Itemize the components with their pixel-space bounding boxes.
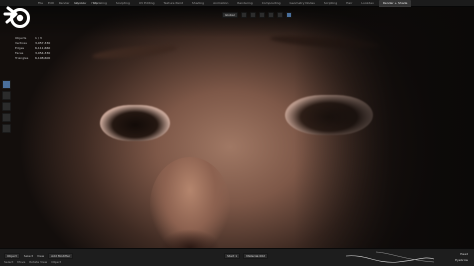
nostrils: [160, 229, 220, 248]
curve-label-head: Head: [460, 252, 468, 256]
material-field[interactable]: Material.002: [243, 253, 269, 259]
left-eye: [100, 105, 170, 141]
tool-shelf: [2, 80, 11, 133]
tab-modeling[interactable]: Modeling: [89, 0, 111, 7]
tab-sculpting[interactable]: Sculpting: [112, 0, 134, 7]
mode-dropdown[interactable]: Object: [4, 253, 20, 259]
tab-layout[interactable]: Layout: [70, 0, 88, 7]
curve-label-eyebrow: Eyebrow: [455, 258, 468, 262]
top-bar: File Edit Render Window Help Layout Mode…: [0, 0, 474, 7]
hint-rotate: Rotate View: [29, 260, 48, 264]
tab-shading[interactable]: Shading: [188, 0, 208, 7]
rendered-shading-icon[interactable]: [285, 12, 292, 18]
curve-line: [346, 255, 435, 263]
workspace-tabs: Layout Modeling Sculpting UV Editing Tex…: [70, 0, 412, 7]
move-tool-icon[interactable]: [2, 102, 11, 111]
tab-animation[interactable]: Animation: [209, 0, 232, 7]
scale-tool-icon[interactable]: [2, 124, 11, 133]
hint-select: Select: [4, 260, 14, 264]
viewport-stats: Objects 1 / 3 Vertices 3,057,330 Edges 6,11…: [15, 36, 50, 61]
tab-geometry-nodes[interactable]: Geometry Nodes: [286, 0, 319, 7]
tab-compositing[interactable]: Compositing: [258, 0, 285, 7]
tab-hair[interactable]: Hair: [342, 0, 356, 7]
overlay-icon[interactable]: [240, 12, 247, 18]
timeline-controls: Start 1 Material.002: [224, 253, 269, 259]
tab-scripting[interactable]: Scripting: [320, 0, 341, 7]
gizmo-icon[interactable]: [249, 12, 256, 18]
viewport-header: Global: [222, 12, 292, 18]
face-shadow: [294, 7, 474, 248]
cursor-tool-icon[interactable]: [2, 91, 11, 100]
add-modifier-button[interactable]: Add Modifier: [48, 253, 74, 259]
material-shading-icon[interactable]: [276, 12, 283, 18]
menu-render[interactable]: Render: [59, 0, 70, 7]
menu-edit[interactable]: Edit: [48, 0, 54, 7]
blender-logo-icon: [3, 6, 30, 28]
menu-view[interactable]: View: [37, 254, 44, 258]
curve-line: [375, 251, 435, 263]
tab-lookdev[interactable]: Lookdev: [357, 0, 378, 7]
left-eyebrow: [91, 42, 178, 62]
select-tool-icon[interactable]: [2, 80, 11, 89]
tab-render-shade[interactable]: Render + Shade: [378, 0, 412, 7]
solid-shading-icon[interactable]: [267, 12, 274, 18]
shading-dropdown[interactable]: Global: [222, 12, 238, 18]
tab-texture-paint[interactable]: Texture Paint: [160, 0, 187, 7]
keymap-hints: Select Move Rotate View Object: [4, 260, 61, 264]
rotate-tool-icon[interactable]: [2, 113, 11, 122]
tab-uv-editing[interactable]: UV Editing: [135, 0, 159, 7]
start-frame-field[interactable]: Start 1: [224, 253, 241, 259]
menu-select[interactable]: Select: [24, 254, 33, 258]
stat-row: Triangles 6,108,600: [15, 56, 51, 60]
menu-file[interactable]: File: [38, 0, 43, 7]
editor-header: Object Select View Add Modifier: [4, 253, 74, 259]
3d-viewport[interactable]: [0, 7, 474, 248]
hint-object: Object: [51, 260, 61, 264]
tab-rendering[interactable]: Rendering: [233, 0, 256, 7]
hint-move: Move: [17, 260, 26, 264]
wireframe-shading-icon[interactable]: [258, 12, 265, 18]
